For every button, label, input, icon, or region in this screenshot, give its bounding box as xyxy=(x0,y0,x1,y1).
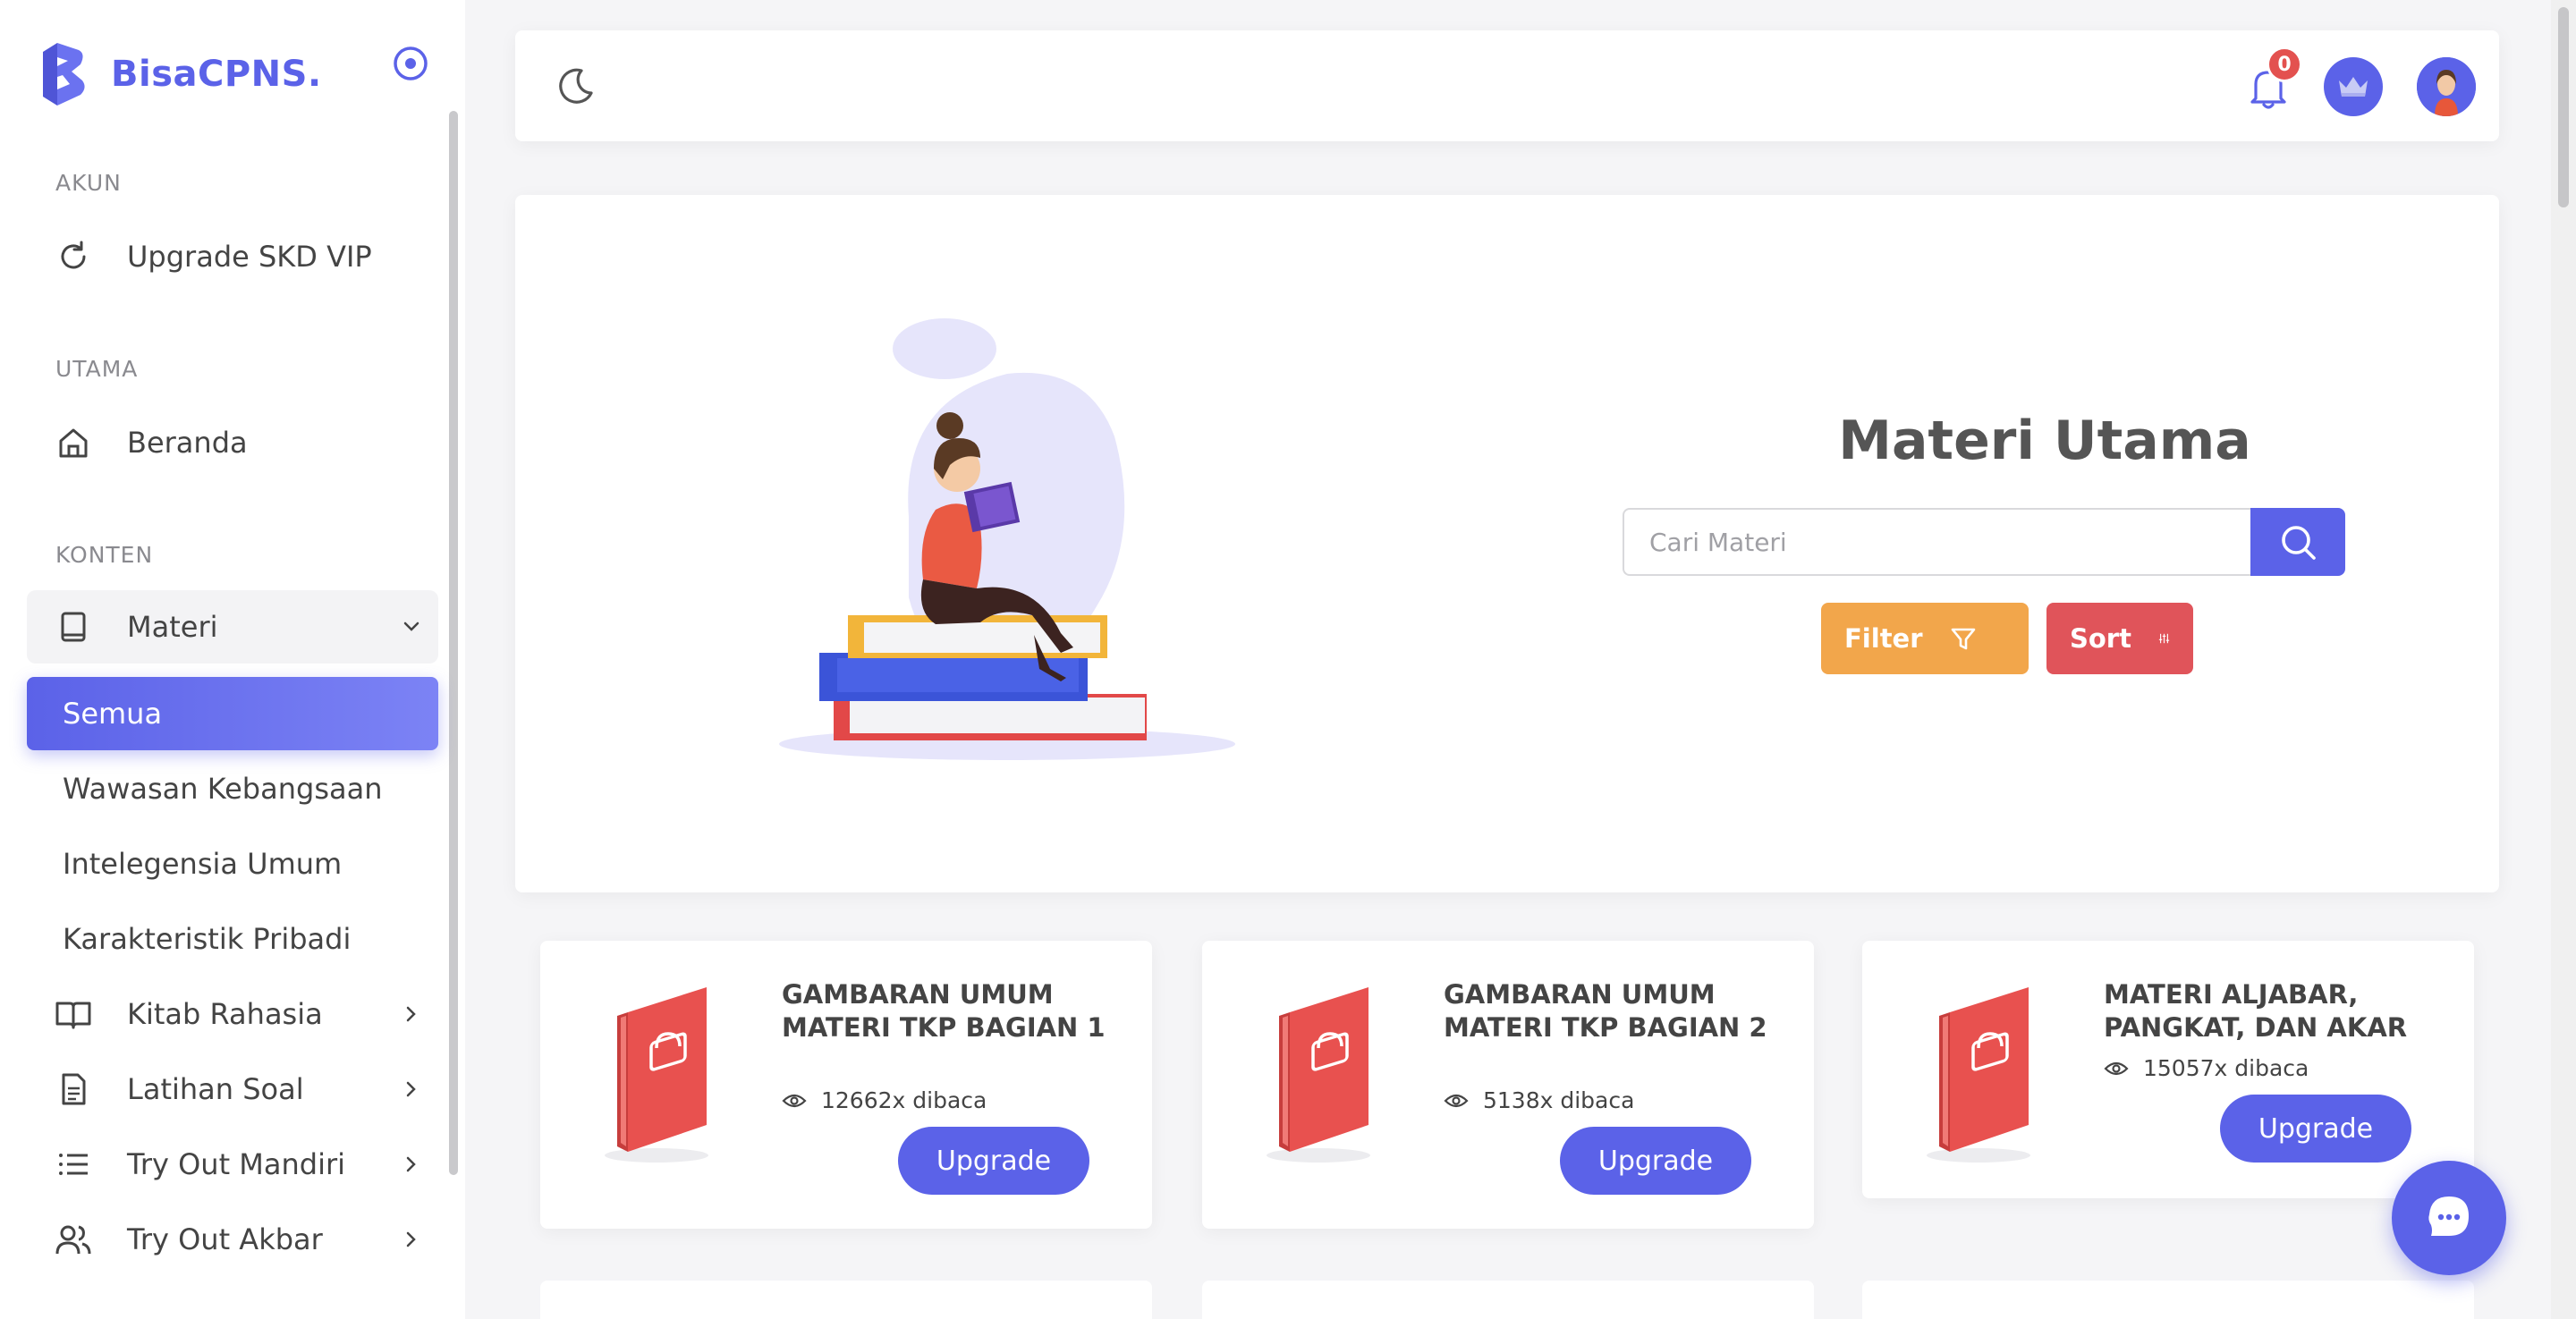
reading-woman-illustration xyxy=(779,318,1235,760)
locked-book-icon xyxy=(605,987,708,1163)
notification-badge: 0 xyxy=(2267,47,2302,82)
chevron-down-icon xyxy=(403,621,419,631)
materi-card[interactable]: GAMBARAN UMUM MATERI TKP BAGIAN 2 5138x … xyxy=(1202,941,1814,1229)
upgrade-button[interactable]: Upgrade xyxy=(898,1127,1089,1195)
brand[interactable]: BisaCPNS. xyxy=(39,39,322,109)
filter-sort-row: Filter Sort xyxy=(1821,603,2193,674)
topbar: 0 xyxy=(515,30,2499,141)
materi-card-partial[interactable] xyxy=(540,1281,1152,1319)
search-icon xyxy=(2282,526,2316,560)
hero-panel: Materi Utama Filter Sort xyxy=(515,195,2499,892)
document-icon xyxy=(54,1070,93,1109)
chevron-right-icon xyxy=(406,1156,416,1172)
sidebar-item-latihan-soal[interactable]: Latihan Soal xyxy=(27,1053,438,1126)
upgrade-button[interactable]: Upgrade xyxy=(1560,1127,1751,1195)
materi-card[interactable]: MATERI ALJABAR, PANGKAT, DAN AKAR 15057x… xyxy=(1862,941,2474,1198)
page-scrollbar-thumb[interactable] xyxy=(2558,7,2569,207)
page-scrollbar[interactable] xyxy=(2551,0,2576,1319)
sidebar-item-label: Upgrade SKD VIP xyxy=(127,240,372,274)
eye-icon xyxy=(1444,1094,1469,1107)
page-title: Materi Utama xyxy=(1838,410,2251,472)
sliders-icon xyxy=(2158,633,2170,644)
submenu-item-semua[interactable]: Semua xyxy=(27,677,438,750)
sidebar-toggle-icon[interactable] xyxy=(392,45,429,82)
materi-card-partial[interactable] xyxy=(1202,1281,1814,1319)
brand-logo-icon xyxy=(43,43,85,106)
user-avatar[interactable] xyxy=(2417,57,2476,116)
home-icon xyxy=(54,423,93,462)
search-bar xyxy=(1623,508,2345,576)
chevron-right-icon xyxy=(406,1081,416,1097)
filter-button[interactable]: Filter xyxy=(1821,603,2029,674)
chevron-right-icon xyxy=(406,1006,416,1022)
submenu-item-wawasan-kebangsaan[interactable]: Wawasan Kebangsaan xyxy=(27,752,438,825)
filter-icon xyxy=(1951,628,1975,650)
vip-crown-button[interactable] xyxy=(2324,57,2383,116)
crown-icon xyxy=(2339,77,2368,97)
views-count: 5138x dibaca xyxy=(1483,1087,1635,1113)
sidebar-item-label: Try Out Mandiri xyxy=(127,1147,346,1181)
brand-name: BisaCPNS. xyxy=(111,54,322,95)
materi-card-partial[interactable] xyxy=(1862,1281,2474,1319)
materi-card[interactable]: GAMBARAN UMUM MATERI TKP BAGIAN 1 12662x… xyxy=(540,941,1152,1229)
filter-label: Filter xyxy=(1844,623,1923,654)
sort-label: Sort xyxy=(2070,623,2131,654)
sidebar-item-label: Latihan Soal xyxy=(127,1072,304,1106)
search-input[interactable] xyxy=(1623,508,2250,576)
sidebar: BisaCPNS. AKUN Upgrade SKD VIP UTAMA Ber… xyxy=(0,0,465,1319)
search-button[interactable] xyxy=(2250,508,2345,576)
avatar-image xyxy=(2417,57,2476,116)
sidebar-item-label: Materi xyxy=(127,610,218,644)
sidebar-item-materi[interactable]: Materi xyxy=(27,590,438,664)
chevron-right-icon xyxy=(406,1231,416,1247)
submenu-item-intelegensia-umum[interactable]: Intelegensia Umum xyxy=(27,827,438,900)
open-book-icon xyxy=(54,994,93,1034)
sidebar-item-label: Kitab Rahasia xyxy=(127,997,323,1031)
submenu-item-karakteristik-pribadi[interactable]: Karakteristik Pribadi xyxy=(27,902,438,976)
section-label-akun: AKUN xyxy=(55,170,122,196)
upgrade-button[interactable]: Upgrade xyxy=(2220,1095,2411,1163)
chat-button[interactable] xyxy=(2392,1161,2506,1275)
book-icon xyxy=(54,607,93,647)
eye-icon xyxy=(2104,1061,2129,1075)
card-title: GAMBARAN UMUM MATERI TKP BAGIAN 2 xyxy=(1444,979,1767,1043)
card-title: GAMBARAN UMUM MATERI TKP BAGIAN 1 xyxy=(782,979,1106,1043)
sidebar-item-upgrade[interactable]: Upgrade SKD VIP xyxy=(27,220,438,293)
locked-book-icon xyxy=(1927,987,2030,1163)
eye-icon xyxy=(782,1094,807,1107)
locked-book-icon xyxy=(1267,987,1370,1163)
sidebar-item-try-out-akbar[interactable]: Try Out Akbar xyxy=(27,1203,438,1276)
card-title: MATERI ALJABAR, PANGKAT, DAN AKAR xyxy=(2104,979,2408,1043)
sort-button[interactable]: Sort xyxy=(2046,603,2193,674)
users-icon xyxy=(54,1220,93,1259)
section-label-utama: UTAMA xyxy=(55,356,139,382)
chat-icon xyxy=(2428,1196,2469,1236)
card-views: 5138x dibaca xyxy=(1444,1087,1634,1113)
sidebar-item-beranda[interactable]: Beranda xyxy=(27,406,438,479)
sidebar-item-label: Try Out Akbar xyxy=(127,1222,323,1256)
card-views: 12662x dibaca xyxy=(782,1087,987,1113)
views-count: 15057x dibaca xyxy=(2143,1055,2309,1081)
refresh-icon xyxy=(54,237,93,276)
section-label-konten: KONTEN xyxy=(55,542,154,568)
views-count: 12662x dibaca xyxy=(821,1087,987,1113)
sidebar-item-kitab-rahasia[interactable]: Kitab Rahasia xyxy=(27,977,438,1051)
sidebar-item-try-out-mandiri[interactable]: Try Out Mandiri xyxy=(27,1128,438,1201)
moon-icon[interactable] xyxy=(555,66,596,107)
card-views: 15057x dibaca xyxy=(2104,1055,2309,1081)
list-icon xyxy=(54,1145,93,1184)
sidebar-scrollbar[interactable] xyxy=(449,111,458,1175)
sidebar-item-label: Beranda xyxy=(127,426,248,460)
